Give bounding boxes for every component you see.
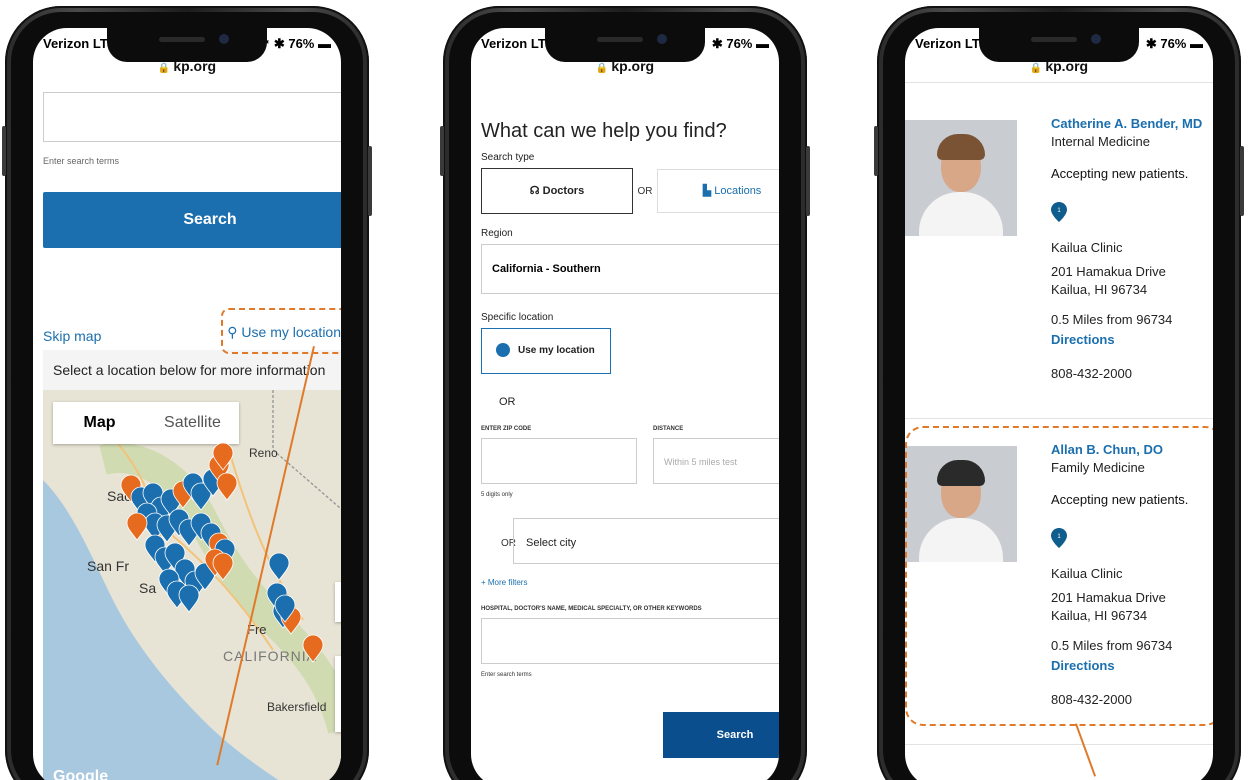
street-view-pegman-icon[interactable]: ♟	[335, 582, 341, 622]
map-view[interactable]: Map Satellite Reno NE Sac San Fr Sa Fre …	[43, 390, 341, 780]
screen: Verizon LTE ✱ 76% ▬ 🔒 kp.org What can we …	[471, 28, 779, 780]
doctor-name-link[interactable]: Catherine A. Bender, MD	[1051, 116, 1202, 131]
battery-label: ✱ 76% ▬	[1145, 36, 1203, 51]
volume-button	[874, 126, 878, 176]
power-button	[368, 146, 372, 216]
keywords-hint: Enter search terms	[481, 672, 532, 678]
zip-hint: 5 digits only	[481, 492, 513, 498]
carrier-label: Verizon LTE	[481, 36, 555, 51]
skip-map-link[interactable]: Skip map	[43, 328, 101, 344]
search-type-tabs: ☊ Doctors OR ▙ Locations	[481, 168, 779, 214]
city-select[interactable]: Select city⌄	[513, 518, 779, 564]
phone-doctor-results: Verizon LTE ✱ 76% ▬ 🔒 kp.org Catherine A.…	[874, 6, 1244, 780]
other-location-pin[interactable]	[216, 472, 238, 501]
region-label: Region	[481, 228, 513, 239]
phone-number[interactable]: 808-432-2000	[1051, 366, 1132, 381]
notch	[979, 28, 1139, 62]
screen: Verizon LTE ➶ ✱ 76% ▬ 🔒 kp.org Enter sear…	[33, 28, 341, 780]
keywords-input[interactable]	[481, 618, 779, 664]
carrier-label: Verizon LTE	[915, 36, 989, 51]
other-location-pin[interactable]	[126, 512, 148, 541]
doctor-specialty: Internal Medicine	[1051, 134, 1150, 149]
phone-search-map: Verizon LTE ➶ ✱ 76% ▬ 🔒 kp.org Enter sear…	[2, 6, 372, 780]
or-label: OR	[499, 396, 516, 408]
location-target-icon	[496, 343, 510, 357]
search-button[interactable]: Search	[43, 192, 341, 248]
divider	[905, 82, 1213, 83]
region-select[interactable]: California - Southern⌄	[481, 244, 779, 294]
volume-button	[2, 126, 6, 176]
zip-input[interactable]	[481, 438, 637, 484]
zoom-control[interactable]: + −	[335, 656, 341, 732]
divider	[905, 418, 1213, 419]
divider	[905, 744, 1213, 745]
stethoscope-icon: ☊	[529, 185, 540, 197]
select-location-prompt: Select a location below for more informa…	[43, 350, 341, 390]
search-button[interactable]: Search	[663, 712, 779, 758]
tab-doctors[interactable]: ☊ Doctors	[481, 168, 633, 214]
address-line-1: 201 Hamakua Drive	[1051, 264, 1166, 279]
highlight-use-my-location	[221, 308, 341, 354]
zoom-out-button[interactable]: −	[335, 694, 341, 732]
distance-text: 0.5 Miles from 96734	[1051, 312, 1173, 327]
search-type-label: Search type	[481, 152, 535, 163]
accepting-status: Accepting new patients.	[1051, 166, 1189, 181]
kp-location-pin[interactable]	[268, 552, 290, 581]
specific-location-label: Specific location	[481, 312, 554, 323]
building-icon: ▙	[702, 185, 712, 197]
address-line-2: Kailua, HI 96734	[1051, 282, 1148, 297]
kp-location-pin[interactable]	[178, 584, 200, 613]
stage: Verizon LTE ➶ ✱ 76% ▬ 🔒 kp.org Enter sear…	[0, 0, 1248, 780]
keywords-label: HOSPITAL, DOCTOR'S NAME, MEDICAL SPECIAL…	[481, 606, 702, 612]
more-filters-link[interactable]: + More filters	[481, 578, 527, 587]
lock-icon: 🔒	[157, 63, 171, 74]
zoom-in-button[interactable]: +	[335, 656, 341, 694]
google-logo: Google	[53, 768, 109, 780]
screen: Verizon LTE ✱ 76% ▬ 🔒 kp.org Catherine A.…	[905, 28, 1213, 780]
lock-icon: 🔒	[595, 63, 609, 74]
zip-label: ENTER ZIP CODE	[481, 426, 532, 432]
battery-label: ➶ ✱ 76% ▬	[259, 36, 331, 51]
distance-label: DISTANCE	[653, 426, 684, 432]
highlight-doctor-card	[905, 426, 1213, 726]
other-location-pin[interactable]	[302, 634, 324, 663]
carrier-label: Verizon LTE	[43, 36, 117, 51]
lock-icon: 🔒	[1029, 63, 1043, 74]
or-label: OR	[637, 185, 653, 197]
volume-button	[440, 126, 444, 176]
directions-link[interactable]: Directions	[1051, 332, 1115, 347]
power-button	[1240, 146, 1244, 216]
power-button	[806, 146, 810, 216]
map-pins[interactable]	[43, 390, 341, 780]
other-location-pin[interactable]	[212, 552, 234, 581]
search-hint: Enter search terms	[43, 156, 120, 166]
page-title: What can we help you find?	[481, 120, 727, 142]
distance-select[interactable]: Within 5 miles test⌄	[653, 438, 779, 484]
doctor-photo	[905, 120, 1017, 236]
battery-label: ✱ 76% ▬	[711, 36, 769, 51]
phone-search-form: Verizon LTE ✱ 76% ▬ 🔒 kp.org What can we …	[440, 6, 810, 780]
search-input[interactable]	[43, 92, 341, 142]
notch	[107, 28, 267, 62]
tab-locations[interactable]: ▙ Locations	[657, 169, 779, 213]
notch	[545, 28, 705, 62]
clinic-name: Kailua Clinic	[1051, 240, 1123, 255]
use-my-location-button[interactable]: Use my location	[481, 328, 611, 374]
map-pin-icon: 1	[1051, 202, 1067, 222]
